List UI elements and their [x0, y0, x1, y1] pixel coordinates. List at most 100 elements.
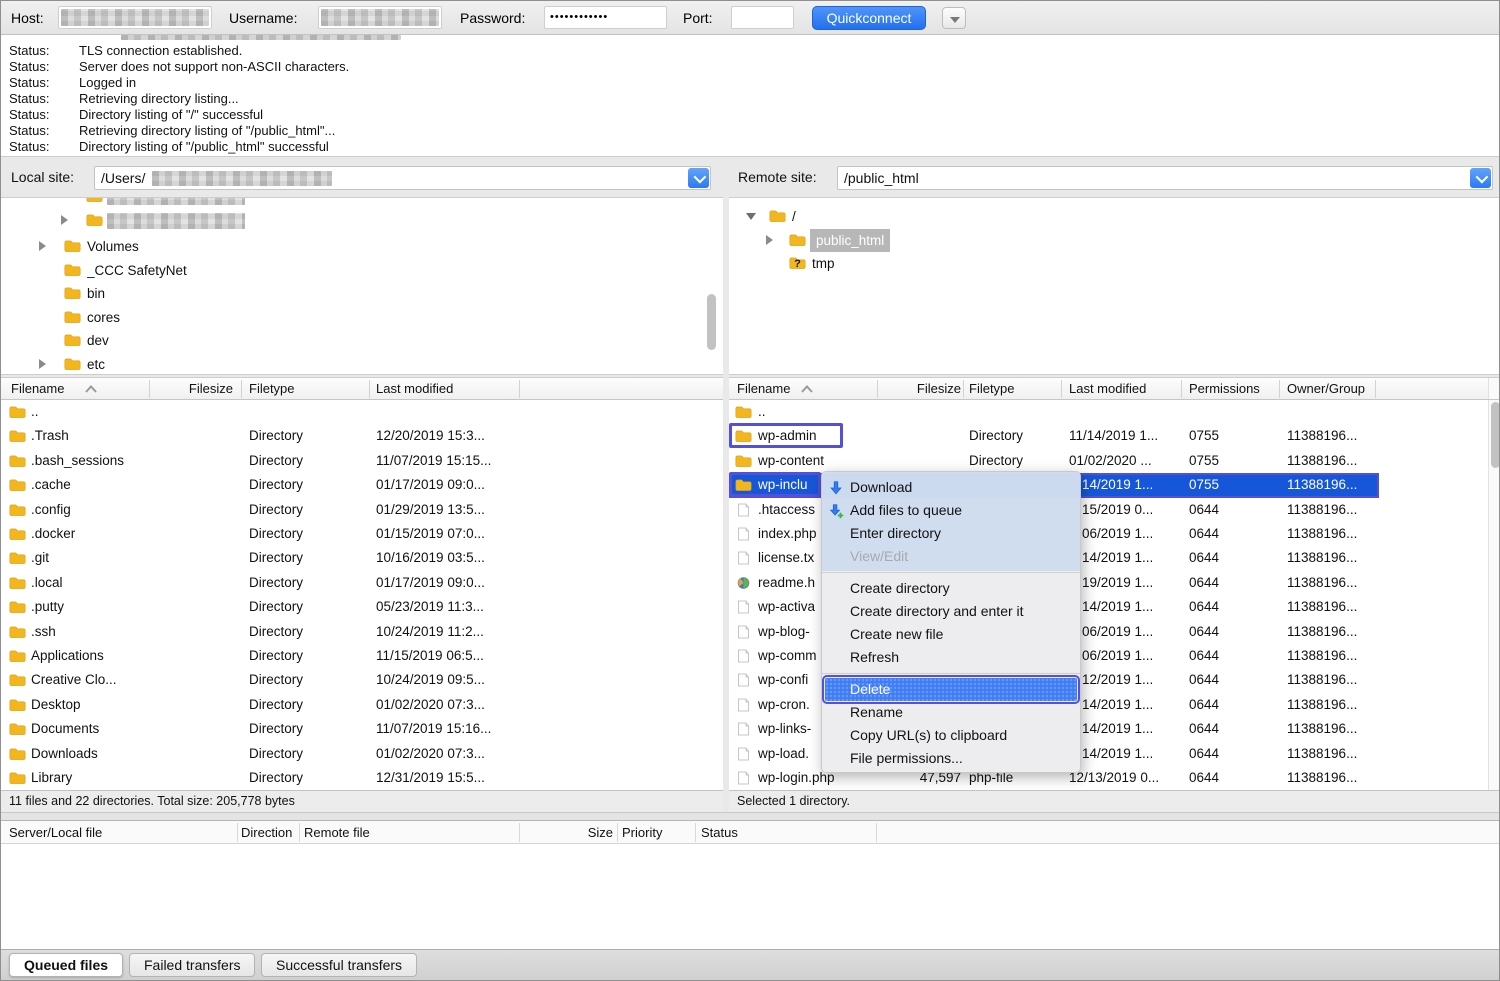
log-line: Status:Directory listing of "/" successf…	[1, 107, 1500, 123]
remote-header-ownergroup[interactable]: Owner/Group	[1287, 381, 1365, 396]
tree-item-volumes[interactable]: Volumes	[1, 235, 701, 258]
tree-item--[interactable]: /	[729, 205, 1479, 228]
tab-queued-files[interactable]: Queued files	[9, 953, 123, 977]
menu-item-add-files-to-queue[interactable]: Add files to queue	[822, 499, 1080, 522]
remote-header-filetype[interactable]: Filetype	[969, 381, 1015, 396]
menu-item-copy-url-s-to-clipboard[interactable]: Copy URL(s) to clipboard	[822, 724, 1080, 747]
tab-successful-transfers[interactable]: Successful transfers	[261, 953, 417, 977]
port-input[interactable]	[731, 6, 794, 29]
disclosure-right-icon[interactable]	[61, 215, 68, 225]
folder-question-icon: ?	[789, 256, 806, 270]
local-file-row[interactable]: ApplicationsDirectory11/15/2019 06:5...	[1, 644, 723, 668]
cell: 0644	[1189, 693, 1219, 717]
local-file-row[interactable]: .sshDirectory10/24/2019 11:2...	[1, 620, 723, 644]
queue-header-serverlocal[interactable]: Server/Local file	[9, 825, 102, 840]
folder-icon	[9, 429, 26, 443]
queue-splitter[interactable]	[1, 812, 1500, 821]
tree-item-etc[interactable]: etc	[1, 353, 701, 376]
log-line: Status:Directory listing of "/public_htm…	[1, 139, 1500, 155]
cell: readme.h	[758, 571, 815, 595]
local-header-filesize[interactable]: Filesize	[153, 381, 233, 396]
log-message: TLS connection established.	[79, 43, 242, 59]
cell: Directory	[249, 473, 303, 497]
menu-item-download[interactable]: Download	[822, 476, 1080, 499]
local-file-row[interactable]: LibraryDirectory12/31/2019 15:5...	[1, 766, 723, 790]
local-file-row[interactable]: .dockerDirectory01/15/2019 07:0...	[1, 522, 723, 546]
menu-item-create-directory-and-enter-it[interactable]: Create directory and enter it	[822, 600, 1080, 623]
tree-item-cores[interactable]: cores	[1, 306, 701, 329]
redacted-host-value	[61, 9, 209, 26]
dropdown-arrow-icon[interactable]	[1470, 168, 1491, 188]
folder-icon	[9, 600, 26, 614]
cell: index.php	[758, 522, 817, 546]
queue-header-remotefile[interactable]: Remote file	[304, 825, 370, 840]
local-file-row[interactable]: .cacheDirectory01/17/2019 09:0...	[1, 473, 723, 497]
disclosure-right-icon[interactable]	[39, 241, 46, 251]
queue-header-size[interactable]: Size	[541, 825, 613, 840]
folder-icon	[9, 405, 26, 419]
quickconnect-toolbar: Host: Username: Password: •••••••••••• P…	[1, 1, 1500, 35]
tree-item-label: _CCC SafetyNet	[87, 259, 187, 282]
tree-item-public-html[interactable]: public_html	[729, 229, 1479, 252]
menu-item-rename[interactable]: Rename	[822, 701, 1080, 724]
tree-item--ccc-safetynet[interactable]: _CCC SafetyNet	[1, 259, 701, 282]
cell: 19/2019 1...	[1082, 571, 1153, 595]
log-message: Server does not support non-ASCII charac…	[79, 59, 349, 75]
remote-file-row[interactable]: wp-adminDirectory11/14/2019 1...07551138…	[729, 424, 1500, 448]
local-file-row[interactable]: .TrashDirectory12/20/2019 15:3...	[1, 424, 723, 448]
local-file-row[interactable]: .localDirectory01/17/2019 09:0...	[1, 571, 723, 595]
disclosure-right-icon[interactable]	[39, 359, 46, 369]
disclosure-right-icon[interactable]	[766, 235, 773, 245]
tree-item-tmp[interactable]: ?tmp	[729, 252, 1479, 275]
password-input[interactable]: ••••••••••••	[544, 6, 667, 29]
cell: 0644	[1189, 595, 1219, 619]
cell: Directory	[249, 498, 303, 522]
local-file-row[interactable]: .puttyDirectory05/23/2019 11:3...	[1, 595, 723, 619]
local-file-row[interactable]: DownloadsDirectory01/02/2020 07:3...	[1, 742, 723, 766]
menu-item-create-directory[interactable]: Create directory	[822, 577, 1080, 600]
local-header-filetype[interactable]: Filetype	[249, 381, 295, 396]
local-file-row[interactable]: DocumentsDirectory11/07/2019 15:16...	[1, 717, 723, 741]
remote-header-lastmodified[interactable]: Last modified	[1069, 381, 1146, 396]
local-site-combobox[interactable]: /Users/	[94, 166, 711, 190]
menu-item-delete[interactable]: Delete	[825, 678, 1077, 701]
disclosure-down-icon[interactable]	[746, 213, 756, 220]
tree-item-dev[interactable]: dev	[1, 329, 701, 352]
cell: 11388196...	[1287, 498, 1357, 522]
tree-item-redacted[interactable]	[1, 197, 701, 208]
tree-item-bin[interactable]: bin	[1, 282, 701, 305]
menu-item-enter-directory[interactable]: Enter directory	[822, 522, 1080, 545]
remote-file-row[interactable]: wp-contentDirectory01/02/2020 ...0755113…	[729, 449, 1500, 473]
cell: 0644	[1189, 498, 1219, 522]
cell: 11388196...	[1287, 620, 1357, 644]
quickconnect-button[interactable]: Quickconnect	[812, 6, 926, 30]
local-header-lastmodified[interactable]: Last modified	[376, 381, 453, 396]
local-file-row[interactable]: .gitDirectory10/16/2019 03:5...	[1, 546, 723, 570]
tab-failed-transfers[interactable]: Failed transfers	[129, 953, 255, 977]
menu-item-create-new-file[interactable]: Create new file	[822, 623, 1080, 646]
remote-file-row[interactable]: ..	[729, 400, 1500, 424]
remote-header-filename[interactable]: Filename	[737, 381, 790, 396]
cell: 11388196...	[1287, 522, 1357, 546]
remote-header-permissions[interactable]: Permissions	[1189, 381, 1260, 396]
menu-item-file-permissions-[interactable]: File permissions...	[822, 747, 1080, 770]
username-input[interactable]	[318, 6, 442, 29]
remote-header-filesize[interactable]: Filesize	[881, 381, 961, 396]
host-input[interactable]	[58, 6, 212, 29]
local-file-row[interactable]: Creative Clo...Directory10/24/2019 09:5.…	[1, 668, 723, 692]
tree-item-redacted[interactable]	[1, 209, 701, 232]
local-status-bar: 11 files and 22 directories. Total size:…	[1, 790, 723, 812]
local-tree-scrollbar-thumb[interactable]	[707, 294, 716, 350]
local-file-row[interactable]: .configDirectory01/29/2019 13:5...	[1, 498, 723, 522]
quickconnect-dropdown-button[interactable]	[942, 7, 966, 29]
menu-item-refresh[interactable]: Refresh	[822, 646, 1080, 669]
queue-header-direction[interactable]: Direction	[241, 825, 292, 840]
local-file-row[interactable]: .bash_sessionsDirectory11/07/2019 15:15.…	[1, 449, 723, 473]
dropdown-arrow-icon[interactable]	[688, 168, 709, 188]
local-file-row[interactable]: ..	[1, 400, 723, 424]
queue-header-priority[interactable]: Priority	[622, 825, 662, 840]
local-header-filename[interactable]: Filename	[11, 381, 64, 396]
local-file-row[interactable]: DesktopDirectory01/02/2020 07:3...	[1, 693, 723, 717]
queue-header-status[interactable]: Status	[701, 825, 738, 840]
remote-site-combobox[interactable]: /public_html	[837, 166, 1493, 190]
